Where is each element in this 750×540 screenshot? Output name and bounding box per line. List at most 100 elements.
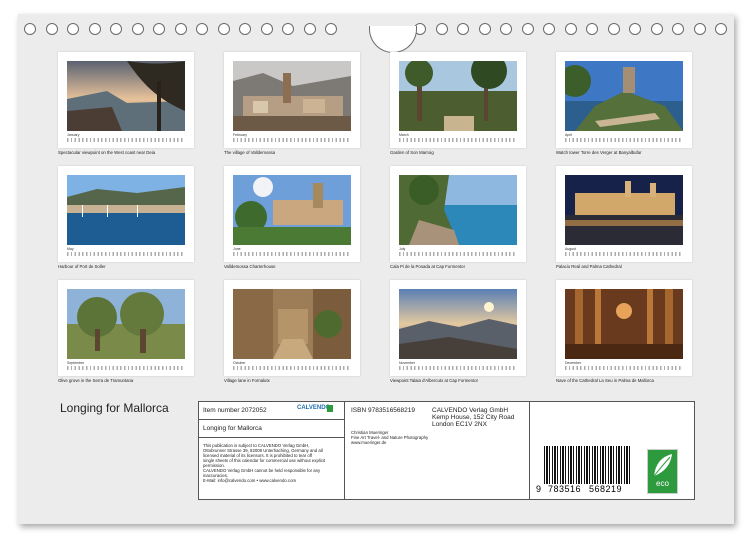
binding-hole — [153, 23, 165, 35]
binding-hole — [457, 23, 469, 35]
photo-port-de-soller — [67, 175, 185, 245]
binding-hole — [303, 23, 316, 35]
isbn: ISBN 9783516568219 — [351, 407, 415, 414]
month-card-february[interactable]: February — [224, 52, 360, 148]
binding-hole — [586, 23, 598, 35]
binding-hole — [478, 23, 491, 35]
caption-july: Cala Pi de la Posada at Cap Formentor — [390, 264, 465, 269]
caption-december: Nave of the Cathedral La Seu in Palma de… — [556, 378, 654, 383]
caption-may: Harbour of Port de Soller — [58, 264, 106, 269]
caption-september: Olive grove in the Serra de Tramuntana — [58, 378, 134, 383]
eco-badge: eco — [647, 449, 678, 494]
caption-april: Watch tower Torre des Verger at Banyalbu… — [556, 150, 642, 155]
photo-charterhouse — [233, 175, 351, 245]
month-label: April — [565, 133, 573, 137]
binding-hole — [67, 23, 79, 35]
day-grid — [565, 366, 683, 370]
caption-january: Spectacular viewpoint on the West coast … — [58, 150, 156, 155]
binding-hole — [110, 23, 122, 35]
photo-son-marroig-garden — [399, 61, 517, 131]
month-card-september[interactable]: September — [58, 280, 194, 376]
binding-hole — [24, 23, 36, 35]
month-card-august[interactable]: August — [556, 166, 692, 262]
binding-hole — [607, 23, 620, 35]
binding-hole — [131, 23, 144, 35]
binding-hole — [629, 23, 641, 35]
binding-hole — [672, 23, 684, 35]
month-card-june[interactable]: June — [224, 166, 360, 262]
binding-hole — [693, 23, 706, 35]
binding-hole — [715, 23, 727, 35]
binding-hole — [282, 23, 294, 35]
photo-palma-cathedral-night — [565, 175, 683, 245]
calendar-title: Longing for Mallorca — [60, 401, 169, 415]
day-grid — [67, 252, 185, 256]
day-grid — [399, 138, 517, 142]
publisher-address: CALVENDO Verlag GmbH Kemp House, 152 Cit… — [432, 407, 515, 428]
binding-hole — [239, 23, 251, 35]
caption-august: Palacio Real and Palma Cathedral — [556, 264, 622, 269]
month-label: June — [233, 247, 241, 251]
binding-hole — [174, 23, 187, 35]
caption-november: Viewpoint Talaia d'Albercutx at Cap Form… — [390, 378, 479, 383]
caption-october: Village lane in Fornalutx — [224, 378, 270, 383]
month-card-march[interactable]: March — [390, 52, 526, 148]
photo-olive-grove — [67, 289, 185, 359]
legal-text: This publication is subject to CALVENDO … — [203, 443, 326, 483]
binding-hole — [260, 23, 273, 35]
binding-hole — [543, 23, 555, 35]
binding-hole — [45, 23, 58, 35]
binding-hole — [435, 23, 448, 35]
photo-coast-viewpoint — [67, 61, 185, 131]
day-grid — [233, 252, 351, 256]
day-grid — [67, 138, 185, 142]
month-card-october[interactable]: October — [224, 280, 360, 376]
photo-talaia-viewpoint — [399, 289, 517, 359]
binding-hole — [325, 23, 337, 35]
month-label: January — [67, 133, 80, 137]
photo-fornalutx-lane — [233, 289, 351, 359]
day-grid — [233, 366, 351, 370]
leaf-icon — [653, 454, 672, 477]
author-info: Christian Mueringer Fine Art Travel- and… — [351, 430, 429, 445]
photo-valldemossa-village — [233, 61, 351, 131]
month-card-april[interactable]: April — [556, 52, 692, 148]
binding-hole — [196, 23, 208, 35]
product-name: Longing for Mallorca — [203, 425, 262, 432]
hanger-notch — [369, 26, 417, 53]
caption-march: Garden of Son Marroig — [390, 150, 434, 155]
binding-hole — [217, 23, 230, 35]
eco-label: eco — [656, 479, 669, 488]
month-label: February — [233, 133, 248, 137]
binding-hole — [564, 23, 577, 35]
binding-hole — [88, 23, 101, 35]
photo-cathedral-nave — [565, 289, 683, 359]
month-card-december[interactable]: December — [556, 280, 692, 376]
month-card-july[interactable]: July — [390, 166, 526, 262]
month-label: December — [565, 361, 582, 365]
day-grid — [67, 366, 185, 370]
product-info-box: Item number 2072052 CALVENDO Longing for… — [198, 401, 695, 500]
barcode: 9 783516 568219 — [536, 446, 636, 496]
month-label: October — [233, 361, 246, 365]
month-label: July — [399, 247, 406, 251]
binding-hole — [500, 23, 512, 35]
photo-cala-pi — [399, 175, 517, 245]
month-card-may[interactable]: May — [58, 166, 194, 262]
calvendo-logo: CALVENDO — [297, 405, 339, 416]
month-label: November — [399, 361, 416, 365]
month-label: March — [399, 133, 409, 137]
month-card-november[interactable]: November — [390, 280, 526, 376]
month-label: August — [565, 247, 576, 251]
item-number: Item number 2072052 — [203, 407, 267, 414]
caption-february: The village of Valldemossa — [224, 150, 276, 155]
month-label: September — [67, 361, 85, 365]
month-label: May — [67, 247, 74, 251]
binding-hole — [650, 23, 663, 35]
day-grid — [399, 366, 517, 370]
month-card-january[interactable]: January — [58, 52, 194, 148]
caption-june: Valldemossa Charterhouse — [224, 264, 276, 269]
day-grid — [233, 138, 351, 142]
day-grid — [565, 138, 683, 142]
binding-hole — [521, 23, 534, 35]
